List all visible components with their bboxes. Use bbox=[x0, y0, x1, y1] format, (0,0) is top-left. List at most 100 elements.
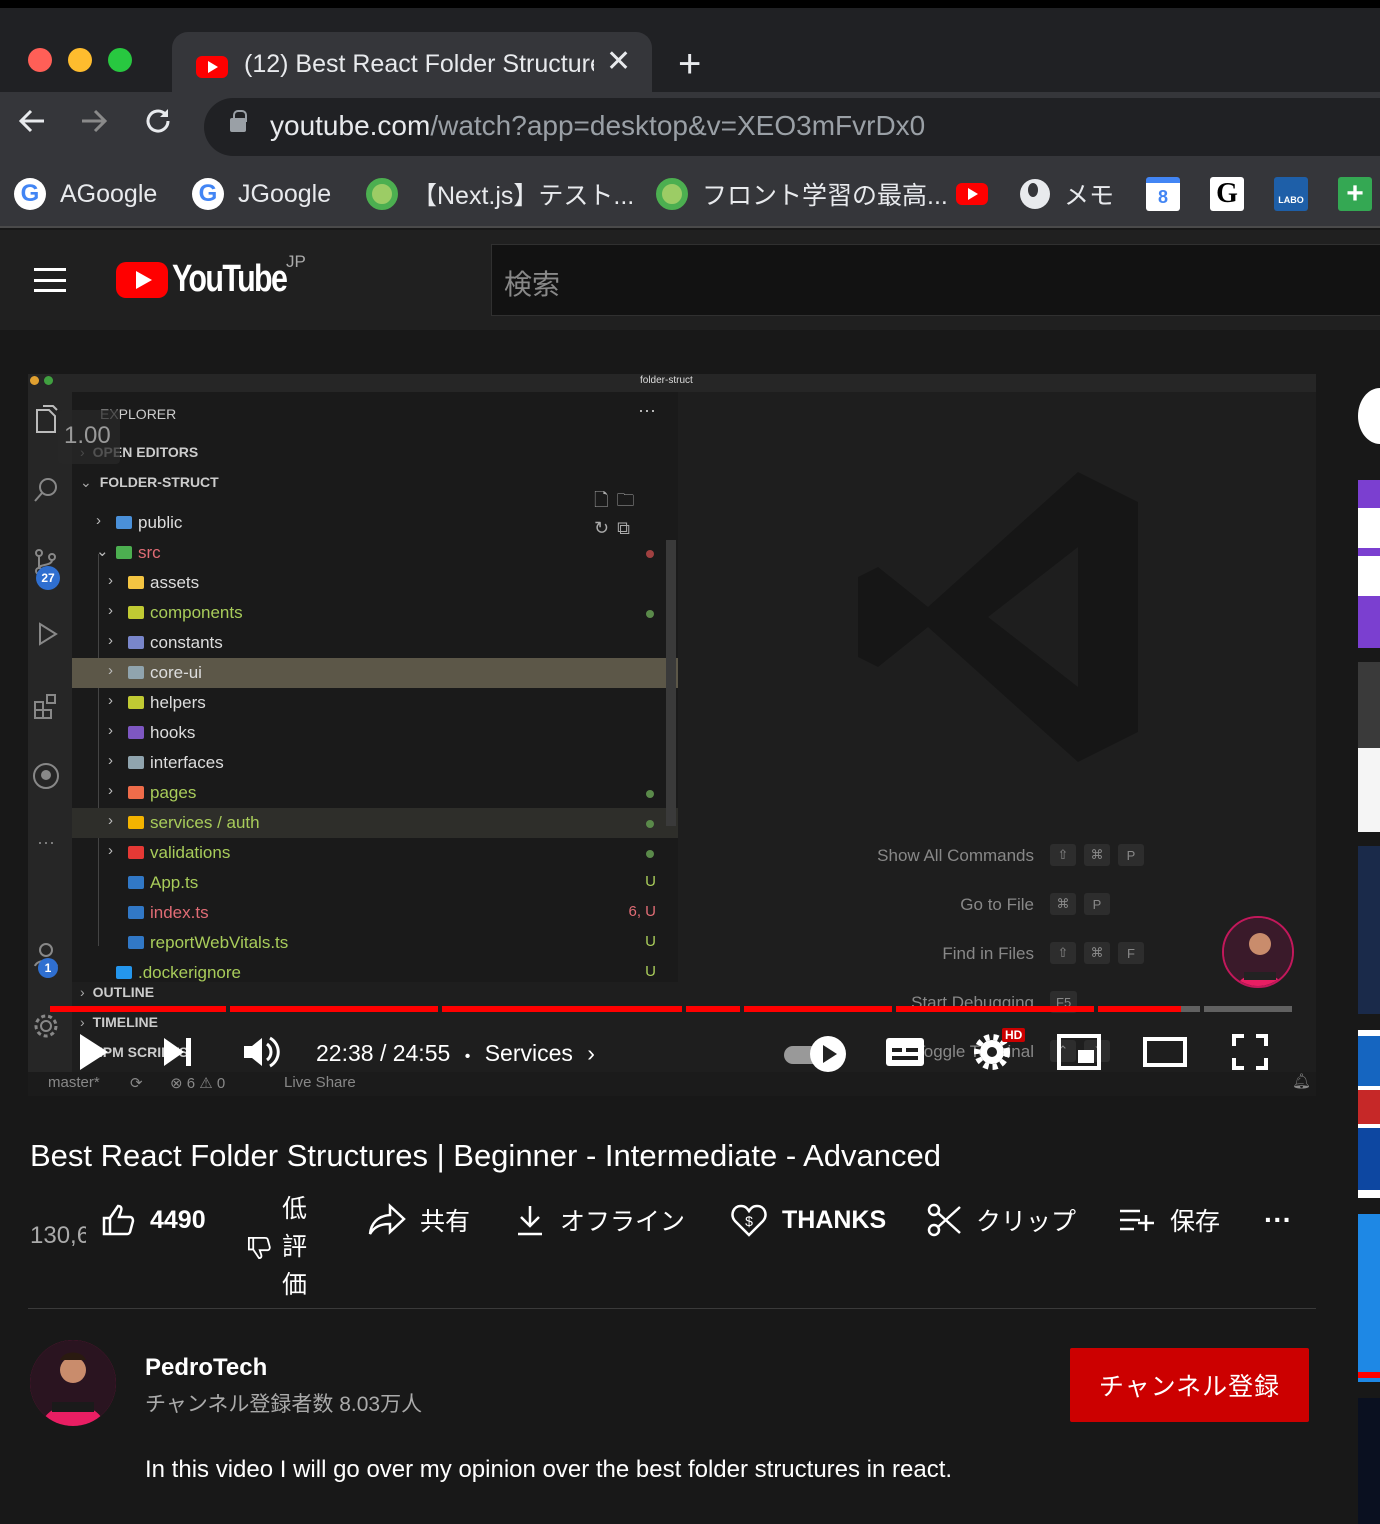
new-tab-button[interactable]: + bbox=[678, 44, 701, 84]
chapter-title[interactable]: Services bbox=[485, 1040, 573, 1066]
bookmark-sheets[interactable]: + bbox=[1338, 174, 1372, 214]
menu-icon[interactable] bbox=[34, 268, 66, 292]
folder-icon bbox=[128, 816, 144, 829]
save-button[interactable]: 保存 bbox=[1118, 1200, 1220, 1240]
g-app-icon: G bbox=[1210, 177, 1244, 211]
address-bar[interactable]: youtube.com/watch?app=desktop&v=XEO3mFvr… bbox=[204, 98, 1380, 156]
dislike-icon-wrap[interactable] bbox=[246, 1228, 272, 1268]
share-button[interactable]: 共有 bbox=[368, 1200, 470, 1240]
bookmark-g-app[interactable]: G bbox=[1210, 174, 1244, 214]
related-video-thumbnail[interactable] bbox=[1358, 846, 1380, 1014]
bookmarks-bar: G AGoogle G JGoogle 【Next.js】テスト... フロント… bbox=[0, 164, 1380, 228]
close-window-button[interactable] bbox=[28, 48, 52, 72]
folder-icon bbox=[128, 696, 144, 709]
miniplayer-icon[interactable] bbox=[1056, 1030, 1102, 1079]
git-change-dot bbox=[646, 610, 654, 618]
file-tree-folder: › services / auth bbox=[72, 808, 678, 838]
file-tree-file: App.ts U bbox=[72, 868, 678, 898]
file-tree-folder: › components bbox=[72, 598, 678, 628]
region-label: JP bbox=[286, 252, 306, 271]
maximize-window-button[interactable] bbox=[108, 48, 132, 72]
keycap: ⌘ bbox=[1084, 942, 1110, 964]
search-placeholder: 検索 bbox=[504, 269, 561, 300]
subscribe-button[interactable]: チャンネル登録 bbox=[1070, 1348, 1309, 1422]
thanks-heart-icon: $ bbox=[731, 1204, 767, 1237]
progress-bar[interactable] bbox=[50, 1006, 1292, 1012]
bookmark-front-learning[interactable]: フロント学習の最高... bbox=[656, 174, 948, 214]
google-icon: G bbox=[14, 178, 46, 210]
files-icon bbox=[32, 404, 60, 433]
youtube-logo-text[interactable]: YouTube bbox=[172, 258, 288, 301]
folder-icon bbox=[128, 636, 144, 649]
youtube-logo-icon[interactable] bbox=[116, 262, 168, 298]
download-button[interactable]: オフライン bbox=[514, 1200, 685, 1240]
youtube-icon bbox=[956, 183, 988, 205]
divider bbox=[28, 1308, 1316, 1309]
file-icon bbox=[116, 966, 132, 979]
video-title: Best React Folder Structures | Beginner … bbox=[30, 1138, 941, 1173]
file-tree-label: App.ts bbox=[150, 873, 199, 892]
chevron-right-icon: › bbox=[108, 632, 113, 649]
bookmark-jgoogle[interactable]: G JGoogle bbox=[192, 174, 331, 214]
chapter-marker bbox=[1094, 1006, 1098, 1012]
channel-name[interactable]: PedroTech bbox=[145, 1354, 267, 1382]
like-button[interactable]: 4490 bbox=[100, 1200, 206, 1240]
keycap: ⇧ bbox=[1050, 844, 1076, 866]
subtitles-icon[interactable] bbox=[884, 1030, 926, 1079]
chapter-marker bbox=[1200, 1006, 1204, 1012]
related-video-thumbnail[interactable] bbox=[1358, 1214, 1380, 1382]
thumbs-down-icon bbox=[247, 1236, 271, 1260]
related-video-thumbnail[interactable] bbox=[1358, 662, 1380, 832]
video-player[interactable]: folder-struct 27 ··· 1 EXPLORER ··· OPEN… bbox=[28, 374, 1316, 1096]
chapter-marker bbox=[892, 1006, 896, 1012]
related-video-thumbnail[interactable] bbox=[1358, 1398, 1380, 1524]
folder-icon bbox=[128, 726, 144, 739]
more-icon: ··· bbox=[37, 832, 55, 852]
related-video-thumbnail[interactable] bbox=[1358, 388, 1380, 448]
back-arrow-icon[interactable] bbox=[16, 104, 48, 146]
file-tree-label: .dockerignore bbox=[138, 963, 242, 982]
theater-mode-icon[interactable] bbox=[1142, 1030, 1188, 1079]
more-actions-button[interactable]: ··· bbox=[1264, 1200, 1292, 1240]
file-tree-folder: › pages bbox=[72, 778, 678, 808]
autoplay-knob[interactable] bbox=[810, 1036, 846, 1072]
browser-titlebar: (12) Best React Folder Structures | Begi… bbox=[0, 0, 1380, 100]
bookmark-memo[interactable]: メモ bbox=[1020, 174, 1114, 214]
reload-icon[interactable] bbox=[142, 104, 174, 146]
related-video-thumbnail[interactable] bbox=[1358, 480, 1380, 648]
subscriber-count: チャンネル登録者数 8.03万人 bbox=[145, 1393, 423, 1416]
file-tree-label: index.ts bbox=[150, 903, 209, 922]
window-dot bbox=[44, 376, 53, 385]
chevron-right-icon[interactable]: › bbox=[587, 1040, 595, 1066]
minimize-window-button[interactable] bbox=[68, 48, 92, 72]
search-input[interactable]: 検索 bbox=[491, 244, 1380, 316]
file-tree-label: constants bbox=[150, 633, 223, 652]
channel-avatar[interactable] bbox=[30, 1340, 116, 1426]
thanks-button[interactable]: $ THANKS bbox=[730, 1200, 886, 1240]
bookmark-youtube[interactable] bbox=[956, 174, 988, 214]
file-tree-folder: › assets bbox=[72, 568, 678, 598]
clip-button[interactable]: クリップ bbox=[926, 1200, 1076, 1240]
browser-tab[interactable]: (12) Best React Folder Structures | Begi… bbox=[172, 32, 652, 100]
sheets-icon: + bbox=[1338, 177, 1372, 211]
close-tab-icon[interactable]: ✕ bbox=[606, 44, 631, 79]
bookmark-agoogle[interactable]: G AGoogle bbox=[14, 174, 157, 214]
keycap: P bbox=[1084, 893, 1110, 915]
next-button[interactable] bbox=[162, 1030, 194, 1079]
fullscreen-icon[interactable] bbox=[1230, 1030, 1270, 1079]
volume-icon[interactable] bbox=[242, 1030, 282, 1079]
extensions-icon bbox=[32, 692, 60, 720]
folder-icon bbox=[116, 546, 132, 559]
ring-icon bbox=[366, 178, 398, 210]
bookmark-label: 【Next.js】テスト... bbox=[412, 182, 635, 210]
bookmark-labo[interactable]: LABO bbox=[1274, 174, 1308, 214]
bookmark-calendar[interactable]: 8 bbox=[1146, 174, 1180, 214]
bookmark-nextjs-test[interactable]: 【Next.js】テスト... bbox=[366, 174, 634, 214]
chevron-right-icon: › bbox=[108, 812, 113, 829]
forward-arrow-icon[interactable] bbox=[78, 104, 110, 146]
dislike-button[interactable]: 低評価 bbox=[282, 1190, 310, 1304]
explorer-scrollbar bbox=[666, 540, 676, 826]
related-video-thumbnail[interactable] bbox=[1358, 1030, 1380, 1198]
play-button[interactable] bbox=[76, 1030, 112, 1079]
hd-badge: HD bbox=[1002, 1028, 1026, 1042]
